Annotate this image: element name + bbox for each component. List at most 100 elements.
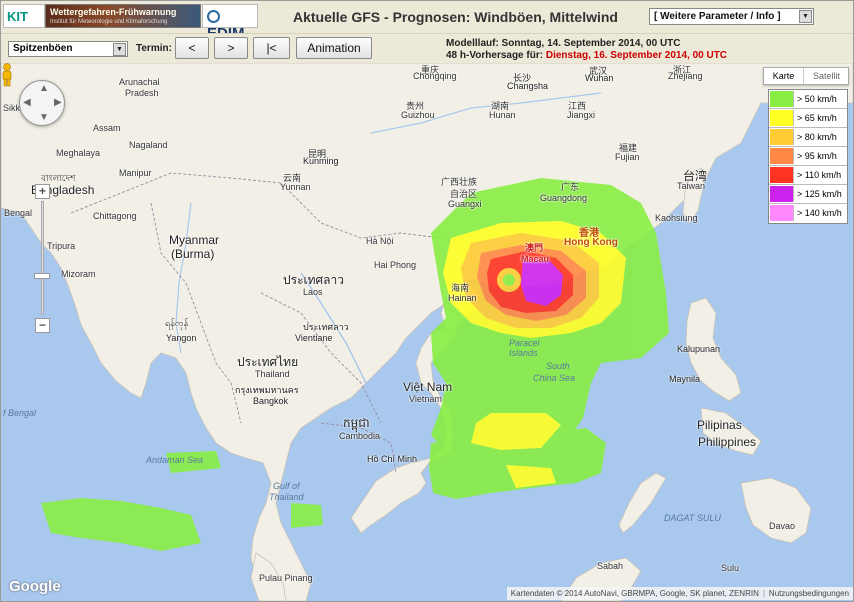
- kit-logo[interactable]: KIT: [3, 4, 45, 28]
- next-step-button[interactable]: >: [214, 37, 248, 59]
- legend-label: > 110 km/h: [797, 170, 842, 180]
- label-jiangxi: Jiangxi: [567, 110, 596, 120]
- legend-row: > 80 km/h: [769, 128, 847, 147]
- legend-label: > 125 km/h: [797, 189, 842, 199]
- attribution-separator: |: [762, 589, 765, 598]
- zoom-out-button[interactable]: −: [35, 318, 50, 333]
- label-laos: Laos: [303, 287, 323, 297]
- map-attribution-text: Kartendaten © 2014 AutoNavi, GBRMPA, Goo…: [510, 589, 759, 598]
- map-attribution: Kartendaten © 2014 AutoNavi, GBRMPA, Goo…: [506, 587, 853, 600]
- legend-swatch: [770, 167, 794, 183]
- legend-swatch: [770, 186, 794, 202]
- animation-button[interactable]: Animation: [296, 37, 372, 59]
- parameter-select-value: [ Weitere Parameter / Info ]: [654, 11, 781, 22]
- wfw-logo-subtitle: Institut für Meteorologie und Klimaforsc…: [50, 19, 168, 25]
- label-bay-bengal: f Bengal: [3, 408, 37, 418]
- zoom-slider-track[interactable]: [41, 201, 44, 315]
- label-bangkok: Bangkok: [253, 396, 289, 406]
- chevron-down-icon[interactable]: ▼: [113, 43, 126, 56]
- variable-select-value: Spitzenböen: [13, 43, 73, 54]
- legend-row: > 110 km/h: [769, 166, 847, 185]
- parameter-select[interactable]: [ Weitere Parameter / Info ] ▼: [649, 8, 814, 25]
- cedim-logo[interactable]: EDIM: [202, 4, 258, 42]
- label-fujian: Fujian: [615, 152, 640, 162]
- label-hanoi: Hà Nội: [366, 236, 394, 246]
- pan-control[interactable]: ▲ ▼ ◀ ▶: [19, 80, 65, 126]
- legend-label: > 140 km/h: [797, 208, 842, 218]
- label-paracel: Paracel: [509, 338, 540, 348]
- map-type-satellite-button[interactable]: Satellit: [805, 68, 848, 84]
- label-vietnam: Việt Nam: [403, 380, 453, 394]
- previous-step-button[interactable]: <: [175, 37, 209, 59]
- legend-row: > 140 km/h: [769, 204, 847, 223]
- forecast-label: 48 h-Vorhersage für:: [446, 50, 544, 61]
- label-burma: (Burma): [171, 247, 215, 261]
- street-view-pegman-icon[interactable]: [1, 63, 13, 87]
- mindanao-island: [740, 477, 812, 544]
- label-sabah: Sabah: [597, 561, 624, 571]
- label-hongkong: Hong Kong: [564, 237, 618, 248]
- label-andaman-sea: Andaman Sea: [146, 455, 204, 465]
- header-bar: KIT Wettergefahren-Frühwarnung Institut …: [1, 1, 853, 42]
- label-taiwan: Taiwan: [677, 181, 706, 191]
- label-pilipinas: Pilipinas: [697, 418, 742, 432]
- legend-swatch: [770, 129, 794, 145]
- page-title: Aktuelle GFS - Prognosen: Windböen, Mitt…: [293, 9, 618, 25]
- label-zhejiang: Zhejiang: [668, 71, 703, 81]
- label-bangkok-native: กรุงเทพมหานคร: [235, 385, 299, 395]
- legend-label: > 50 km/h: [797, 94, 837, 104]
- legend-row: > 65 km/h: [769, 109, 847, 128]
- label-vientiane: Vientiane: [295, 333, 333, 343]
- label-dagat-sulu: DAGAT SULU: [664, 513, 721, 523]
- legend-swatch: [770, 148, 794, 164]
- label-haiphong: Hai Phong: [374, 260, 417, 270]
- google-logo[interactable]: Google: [9, 578, 61, 595]
- termin-label: Termin:: [136, 43, 172, 54]
- pan-down-icon[interactable]: ▼: [39, 112, 49, 123]
- label-paracel-islands: Islands: [509, 348, 538, 358]
- label-gulf-thailand: Thailand: [269, 492, 304, 502]
- label-macau-native: 澳門: [525, 243, 544, 253]
- label-south-china-sea: South: [546, 361, 570, 371]
- label-pradesh: Pradesh: [125, 88, 159, 98]
- label-hcm: Hồ Chí Minh: [367, 454, 418, 464]
- pan-right-icon[interactable]: ▶: [54, 97, 62, 108]
- gust-legend: > 50 km/h > 65 km/h > 80 km/h > 95 km/h > 11…: [768, 89, 848, 224]
- zoom-in-button[interactable]: +: [35, 184, 50, 199]
- pan-up-icon[interactable]: ▲: [39, 83, 49, 94]
- label-manipur: Manipur: [119, 168, 152, 178]
- legend-label: > 80 km/h: [797, 132, 837, 142]
- label-assam: Assam: [93, 123, 121, 133]
- zoom-slider-thumb[interactable]: [34, 273, 50, 279]
- map-canvas[interactable]: Myanmar (Burma) ประเทศลาว Laos ประเทศไทย…: [1, 63, 853, 601]
- label-vientiane-native: ประเทศลาว: [303, 322, 349, 332]
- chevron-down-icon[interactable]: ▼: [799, 10, 812, 23]
- label-bengal: Bengal: [4, 208, 33, 218]
- label-gulf-of: Gulf of: [273, 481, 300, 491]
- label-manila: Maynila: [669, 374, 701, 384]
- legend-swatch: [770, 110, 794, 126]
- variable-select[interactable]: Spitzenböen ▼: [8, 41, 128, 57]
- map-type-map-button[interactable]: Karte: [764, 68, 804, 84]
- label-mizoram: Mizoram: [61, 269, 96, 279]
- pan-left-icon[interactable]: ◀: [23, 97, 31, 108]
- terms-link[interactable]: Nutzungsbedingungen: [769, 589, 849, 598]
- label-philippines: Philippines: [698, 435, 757, 449]
- first-step-button[interactable]: |<: [253, 37, 290, 59]
- label-guangxi: Guangxi: [448, 199, 482, 209]
- legend-row: > 50 km/h: [769, 90, 847, 109]
- label-tripura: Tripura: [47, 241, 76, 251]
- label-guangdong-native: 广东: [561, 182, 580, 192]
- map-type-control: Karte Satellit: [763, 67, 849, 85]
- label-sulu: Sulu: [721, 563, 740, 573]
- label-nagaland: Nagaland: [129, 140, 168, 150]
- label-vietnam-sub: Vietnam: [409, 394, 442, 404]
- label-chongqing: Chongqing: [413, 71, 457, 81]
- label-yangon: Yangon: [166, 333, 197, 343]
- wfw-logo-title: Wettergefahren-Frühwarnung: [50, 7, 177, 17]
- app-window: KIT Wettergefahren-Frühwarnung Institut …: [0, 0, 854, 602]
- label-kaohsiung: Kaohsiung: [655, 213, 698, 223]
- wfw-logo[interactable]: Wettergefahren-Frühwarnung Institut für …: [45, 4, 201, 28]
- label-guangdong: Guangdong: [540, 193, 588, 203]
- label-south-china-sea-2: China Sea: [533, 373, 576, 383]
